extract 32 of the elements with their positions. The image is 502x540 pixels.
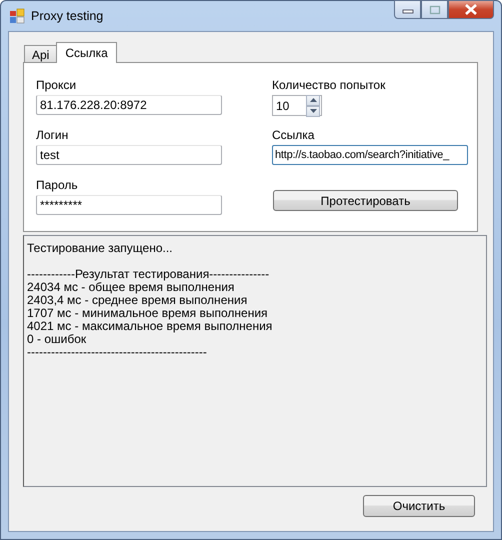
- close-icon: [464, 4, 478, 15]
- output-line: 2403,4 мс - среднее время выполнения: [27, 294, 248, 307]
- output-line: Тестирование запущено...: [27, 242, 173, 255]
- proxy-field[interactable]: 81.176.228.20:8972: [36, 95, 222, 115]
- login-field[interactable]: test: [36, 145, 222, 165]
- field-label: Пароль: [36, 178, 78, 192]
- window-title: Proxy testing: [31, 8, 104, 24]
- attempts-spinbox[interactable]: 10: [272, 95, 322, 116]
- app-icon: [9, 8, 25, 24]
- field-label: Ссылка: [272, 128, 314, 142]
- tab[interactable]: Ссылка: [56, 42, 117, 63]
- output-line: 4021 мс - максимальное время выполнения: [27, 320, 272, 333]
- tab[interactable]: Api: [24, 45, 58, 63]
- output-line: 24034 мс - общее время выполнения: [27, 281, 234, 294]
- field-label: Логин: [36, 128, 68, 142]
- output-line: 1707 мс - минимальное время выполнения: [27, 307, 268, 320]
- maximize-icon: [428, 4, 440, 14]
- field-label: Количество попыток: [272, 78, 386, 92]
- link-field[interactable]: http://s.taobao.com/search?initiative_: [272, 145, 468, 165]
- output-textarea[interactable]: [23, 235, 487, 487]
- output-line: 0 - ошибок: [27, 333, 86, 346]
- output-line: ---------------------------------------------: [27, 346, 207, 359]
- clear-button[interactable]: Очистить: [363, 495, 475, 517]
- maximize-button[interactable]: [421, 0, 448, 19]
- up-arrow-icon: [310, 98, 316, 102]
- close-button[interactable]: [448, 0, 494, 19]
- field-label: Прокси: [36, 78, 76, 92]
- down-arrow-icon: [310, 109, 316, 113]
- output-line: ------------Результат тестирования---------------: [27, 268, 270, 281]
- minimize-button[interactable]: [394, 0, 421, 19]
- test-button[interactable]: Протестировать: [273, 190, 458, 211]
- password-field[interactable]: *********: [36, 195, 222, 215]
